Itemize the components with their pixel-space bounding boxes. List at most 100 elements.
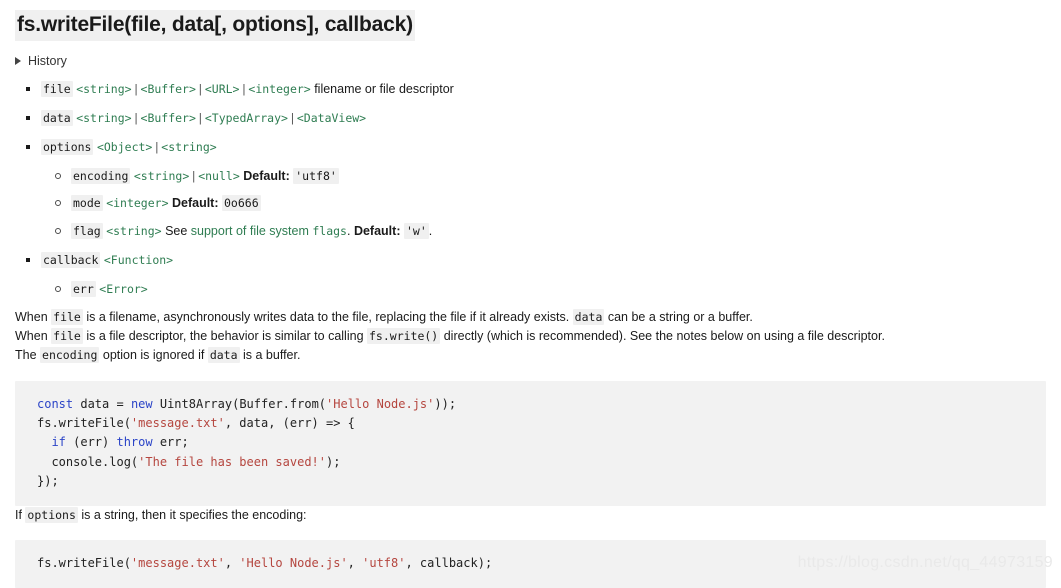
code-token: 'The file has been saved!' [138,454,326,469]
see-suffix: . [346,224,351,238]
options-sub-list: encoding <string>|<null> Default: 'utf8'… [41,167,1046,241]
text-part: is a buffer. [239,347,301,362]
subparam-flag: flag <string> See support of file system… [41,222,1046,241]
type-link-string[interactable]: <string> [76,82,131,96]
code-token: if [51,435,66,450]
code-token: Uint8Array(Buffer.from( [152,396,327,411]
code-token: )); [434,396,457,411]
trailing-period: . [428,224,433,238]
code-token: 'Hello Node.js' [239,556,348,571]
type-link-string[interactable]: <string> [161,140,216,154]
param-options: options <Object>|<string> encoding <stri… [15,138,1046,241]
type-separator: | [132,111,140,125]
type-link-buffer[interactable]: <Buffer> [141,82,196,96]
code-token: new [130,396,153,411]
type-separator: | [190,168,198,183]
subparam-encoding: encoding <string>|<null> Default: 'utf8' [41,167,1046,186]
code-token: fs.writeFile( [37,415,131,430]
text-part: If [15,507,26,522]
default-label: Default: [353,224,401,238]
title-section: fs.writeFile(file, data[, options], call… [15,0,1046,42]
inline-code-file: file [51,309,83,326]
code-token: 'message.txt' [130,556,225,571]
type-link-url[interactable]: <URL> [205,82,240,96]
type-link-integer[interactable]: <integer> [106,196,168,210]
history-label: History [28,54,67,69]
code-token: , callback); [405,556,493,571]
type-link-typedarray[interactable]: <TypedArray> [205,111,288,125]
paragraph-encoding-ignored: The encoding option is ignored if data i… [15,346,1046,365]
code-token: , [347,556,363,571]
code-block-encoding-example: fs.writeFile('message.txt', 'Hello Node.… [15,540,1046,588]
code-token: throw [116,435,153,450]
type-link-object[interactable]: <Object> [97,140,152,154]
code-token: 'Hello Node.js' [326,396,435,411]
type-link-error[interactable]: <Error> [99,282,147,296]
text-part: option is ignored if [99,347,208,362]
subparam-err: err <Error> [41,280,1046,299]
inline-code-file: file [51,328,83,344]
text-part: can be a string or a buffer. [604,310,753,325]
type-link-string[interactable]: <string> [106,224,161,238]
text-part: is a string, then it specifies the encod… [77,507,307,522]
type-separator: | [196,82,204,97]
param-description: filename or file descriptor [314,82,454,97]
paragraph-file-filename: When file is a filename, asynchronously … [15,308,1046,327]
subparam-mode: mode <integer> Default: 0o666 [41,194,1046,213]
param-file: file <string>|<Buffer>|<URL>|<integer> f… [15,80,1046,99]
code-token: , data, (err) => { [224,415,355,430]
code-token: ); [326,454,341,469]
param-name: data [41,110,73,126]
default-value: 'utf8' [293,167,339,184]
subparam-name: err [71,280,96,297]
code-token: console.log( [37,454,139,469]
type-link-string[interactable]: <string> [134,169,189,183]
type-link-dataview[interactable]: <DataView> [297,111,366,125]
inline-code-encoding: encoding [40,346,100,363]
type-link-buffer[interactable]: <Buffer> [141,111,196,125]
documentation-page: fs.writeFile(file, data[, options], call… [0,0,1061,588]
inline-code-fs-write: fs.write() [367,328,441,344]
file-system-flags-link[interactable]: support of file system flags [191,224,347,238]
triangle-right-icon [15,57,21,66]
code-block-uint8array-example: const data = new Uint8Array(Buffer.from(… [15,380,1046,506]
code-token: err; [152,435,189,450]
see-prefix: See [165,224,191,238]
default-label: Default: [171,196,219,211]
text-part: directly (which is recommended). See the… [440,329,885,343]
text-part: is a file descriptor, the behavior is si… [82,329,367,343]
text-part: is a filename, asynchronously writes dat… [82,310,573,325]
subparam-name: mode [71,195,103,212]
subparam-name: flag [71,223,103,239]
default-label: Default: [243,168,290,183]
type-separator: | [153,139,161,154]
history-disclosure-toggle[interactable]: History [15,54,67,68]
code-token: (err) [65,435,117,450]
param-name: callback [41,251,101,268]
callback-sub-list: err <Error> [41,280,1046,299]
code-token: = [116,396,131,411]
text-part: When [15,329,52,343]
parameter-list: file <string>|<Buffer>|<URL>|<integer> f… [15,80,1046,298]
paragraph-file-descriptor: When file is a file descriptor, the beha… [15,327,1046,346]
text-part: The [15,347,41,362]
param-name: file [41,81,73,98]
code-token: }); [37,474,59,489]
code-token: , [224,556,240,571]
inline-code-data: data [572,309,605,326]
text-part: When [15,310,52,325]
code-token: 'utf8' [362,556,406,571]
type-separator: | [196,111,204,125]
subparam-name: encoding [71,167,131,184]
code-token: 'message.txt' [130,415,225,430]
param-data: data <string>|<Buffer>|<TypedArray>|<Dat… [15,109,1046,128]
type-link-null[interactable]: <null> [198,169,240,183]
code-token: const [37,396,74,411]
type-link-function[interactable]: <Function> [104,253,173,267]
type-link-integer[interactable]: <integer> [248,82,310,96]
param-name: options [41,138,94,155]
inline-code-data: data [207,346,240,363]
type-link-string[interactable]: <string> [76,111,131,125]
code-token: data [73,396,117,411]
